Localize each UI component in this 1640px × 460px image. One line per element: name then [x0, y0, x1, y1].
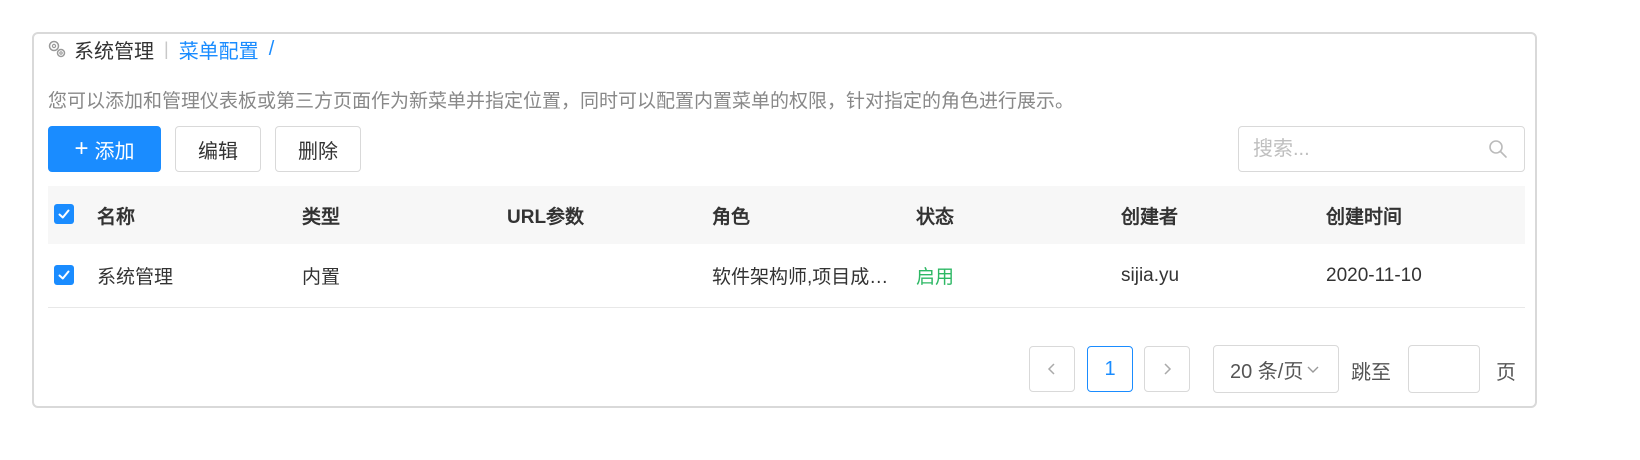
page-number-button[interactable]: 1: [1087, 346, 1133, 392]
cell-type: 内置: [302, 267, 341, 288]
table-header: 名称 类型 URL参数 角色 状态 创建者 创建时间: [48, 186, 1525, 244]
page-description: 您可以添加和管理仪表板或第三方页面作为新菜单并指定位置，同时可以配置内置菜单的权…: [48, 91, 1075, 112]
column-header-roles[interactable]: 角色: [712, 186, 750, 244]
row-checkbox[interactable]: [54, 265, 74, 285]
prev-page-button[interactable]: [1029, 346, 1075, 392]
breadcrumb-root[interactable]: 系统管理: [74, 35, 154, 64]
search-input[interactable]: [1239, 136, 1485, 162]
column-header-url-params[interactable]: URL参数: [507, 186, 584, 244]
page-size-value: 20 条/页: [1230, 360, 1304, 383]
page-size-select[interactable]: 20 条/页: [1213, 345, 1339, 393]
jump-page-input[interactable]: [1408, 345, 1480, 393]
cell-name: 系统管理: [97, 267, 174, 288]
select-all-checkbox[interactable]: [54, 204, 74, 224]
next-page-button[interactable]: [1144, 346, 1190, 392]
cell-roles: 软件架构师,项目成…: [712, 267, 889, 288]
delete-button[interactable]: 删除: [275, 126, 361, 172]
column-header-status[interactable]: 状态: [916, 186, 954, 244]
add-button-label: 添加: [94, 140, 135, 163]
column-header-name[interactable]: 名称: [97, 186, 135, 244]
jump-label: 跳至: [1351, 362, 1391, 384]
checkbox-checked-icon: [58, 209, 70, 219]
cell-creator: sijia.yu: [1121, 264, 1180, 286]
search-icon[interactable]: [1488, 139, 1508, 159]
column-header-created-at[interactable]: 创建时间: [1326, 186, 1402, 244]
column-header-creator[interactable]: 创建者: [1121, 186, 1178, 244]
chevron-right-icon: [1164, 363, 1172, 375]
breadcrumb-current[interactable]: 菜单配置: [179, 35, 259, 64]
chevron-left-icon: [1047, 363, 1055, 375]
add-button[interactable]: + 添加: [48, 126, 161, 172]
breadcrumb: 系统管理 | 菜单配置 /: [46, 35, 275, 64]
gear-icon: [46, 38, 68, 60]
plus-icon: +: [74, 135, 89, 162]
cell-status: 启用: [916, 267, 955, 288]
page-suffix-label: 页: [1496, 362, 1516, 384]
table-row[interactable]: 系统管理 内置 软件架构师,项目成… 启用 sijia.yu 2020-11-1…: [48, 244, 1525, 308]
checkbox-checked-icon: [58, 270, 70, 280]
column-header-type[interactable]: 类型: [302, 186, 340, 244]
breadcrumb-slash: /: [268, 37, 275, 60]
breadcrumb-separator: |: [164, 38, 169, 59]
search-box: [1238, 126, 1525, 172]
edit-button[interactable]: 编辑: [175, 126, 261, 172]
cell-created-at: 2020-11-10: [1326, 264, 1422, 286]
chevron-down-icon: [1307, 366, 1319, 373]
